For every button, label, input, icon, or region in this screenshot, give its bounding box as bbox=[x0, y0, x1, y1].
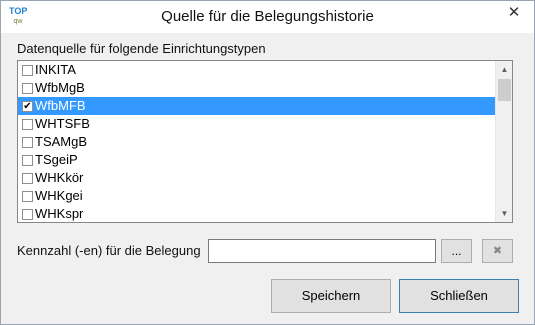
listbox-items: INKITA WfbMgB ✔ WfbMFB WHTSFB TSAMgB TSgeiP WHK… bbox=[18, 61, 495, 222]
list-item-label: WfbMFB bbox=[35, 98, 86, 113]
scrollbar-thumb[interactable] bbox=[498, 79, 511, 101]
checkbox[interactable] bbox=[22, 209, 33, 220]
datasource-listbox[interactable]: INKITA WfbMgB ✔ WfbMFB WHTSFB TSAMgB TSgeiP WHK… bbox=[17, 60, 513, 223]
window-title: Quelle für die Belegungshistorie bbox=[161, 8, 374, 25]
list-item[interactable]: WHTSFB bbox=[18, 115, 495, 133]
list-item-label: WfbMgB bbox=[35, 80, 85, 95]
checkbox[interactable] bbox=[22, 173, 33, 184]
close-icon[interactable]: ✕ bbox=[500, 3, 528, 23]
list-item-label: WHKkör bbox=[35, 170, 84, 185]
kennzahl-label: Kennzahl (-en) für die Belegung bbox=[17, 243, 201, 258]
save-button[interactable]: Speichern bbox=[271, 279, 391, 313]
checkbox[interactable] bbox=[22, 191, 33, 202]
list-item-label: WHKgei bbox=[35, 188, 83, 203]
checkbox[interactable] bbox=[22, 137, 33, 148]
checkbox[interactable] bbox=[22, 119, 33, 130]
checkbox[interactable] bbox=[22, 65, 33, 76]
list-item-label: TSgeiP bbox=[35, 152, 78, 167]
checkbox[interactable]: ✔ bbox=[22, 101, 33, 112]
list-item-label: INKITA bbox=[35, 62, 76, 77]
list-item[interactable]: TSgeiP bbox=[18, 151, 495, 169]
list-item[interactable]: WHKspr bbox=[18, 205, 495, 222]
list-item-label: WHKspr bbox=[35, 206, 84, 221]
list-item[interactable]: ✔ WfbMFB bbox=[18, 97, 495, 115]
list-item[interactable]: WHKkör bbox=[18, 169, 495, 187]
list-item[interactable]: TSAMgB bbox=[18, 133, 495, 151]
chevron-down-icon[interactable]: ▼ bbox=[496, 205, 512, 222]
dialog-window: TOP qw Quelle für die Belegungshistorie … bbox=[0, 0, 535, 325]
list-item-label: TSAMgB bbox=[35, 134, 88, 149]
list-item[interactable]: WHKgei bbox=[18, 187, 495, 205]
clear-x-icon[interactable]: ✖ bbox=[482, 239, 513, 263]
close-dialog-button[interactable]: Schließen bbox=[399, 279, 519, 313]
list-item-label: WHTSFB bbox=[35, 116, 90, 131]
chevron-up-icon[interactable]: ▲ bbox=[496, 61, 512, 78]
title-bar: TOP qw Quelle für die Belegungshistorie … bbox=[1, 1, 534, 33]
datasource-label: Datenquelle für folgende Einrichtungstyp… bbox=[17, 41, 266, 56]
checkbox[interactable] bbox=[22, 155, 33, 166]
list-item[interactable]: WfbMgB bbox=[18, 79, 495, 97]
listbox-scrollbar[interactable]: ▲ ▼ bbox=[495, 61, 512, 222]
browse-button[interactable]: ... bbox=[441, 239, 472, 263]
checkbox[interactable] bbox=[22, 83, 33, 94]
kennzahl-input[interactable] bbox=[208, 239, 436, 263]
list-item[interactable]: INKITA bbox=[18, 61, 495, 79]
